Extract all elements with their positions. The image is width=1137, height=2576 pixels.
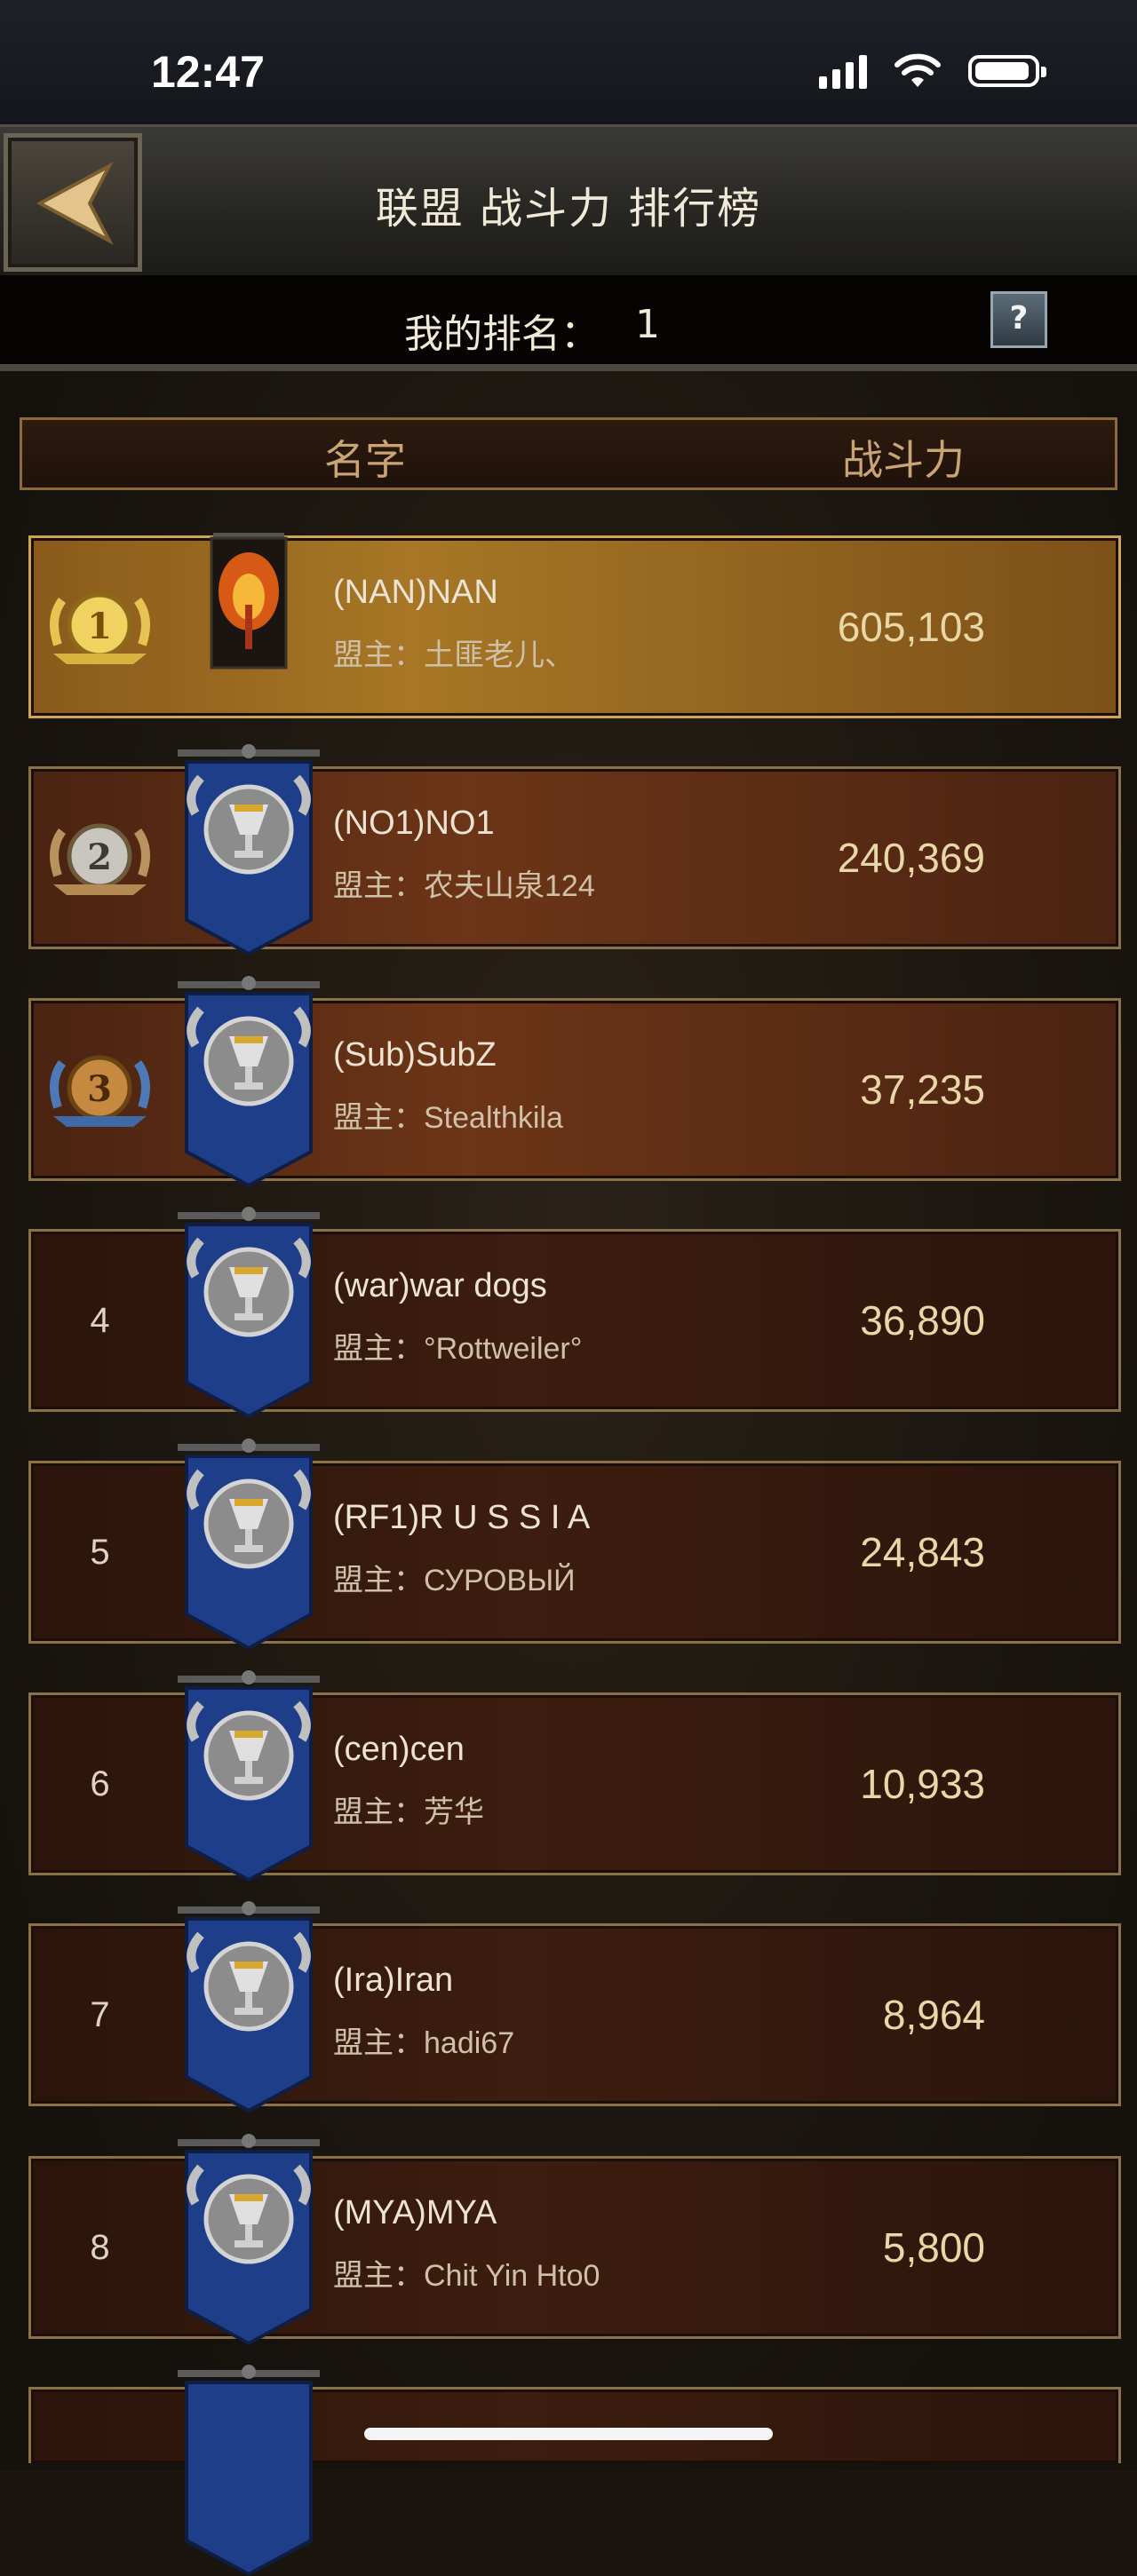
help-button[interactable]: ? <box>990 291 1047 348</box>
home-indicator[interactable] <box>364 2428 773 2440</box>
status-bar: 12:47 <box>0 0 1137 124</box>
leader-name: Chit Yin Hto0 <box>424 2259 600 2293</box>
leader-label: 盟主： <box>333 1332 424 1366</box>
alliance-flag-icon <box>178 1901 320 2112</box>
alliance-power: 10,933 <box>860 1761 985 1807</box>
silver-medal-icon: 2 <box>50 823 150 895</box>
alliance-power: 8,964 <box>882 1992 985 2038</box>
ranking-row[interactable]: 4 (war)war dogs 盟主：°Rottweiler° 36,890 <box>28 1207 1121 1418</box>
alliance-name: (NAN)NAN <box>333 574 498 611</box>
alliance-power: 5,800 <box>882 2224 985 2271</box>
leader-label: 盟主： <box>333 2026 424 2060</box>
alliance-leader: 盟主：芳华 <box>333 1787 484 1831</box>
ranking-row[interactable]: 2 (NO1)NO1 盟主：农夫山泉124 240,369 <box>28 744 1121 955</box>
ranking-row[interactable]: 1 (NAN)NAN 盟主：土匪老儿、 605,103 <box>28 533 1121 718</box>
ranking-row[interactable]: 7 (Ira)Iran 盟主：hadi67 8,964 <box>28 1901 1121 2112</box>
ranking-row[interactable]: 8 (MYA)MYA 盟主：Chit Yin Hto0 5,800 <box>28 2134 1121 2345</box>
alliance-leader: 盟主：Stealthkila <box>333 1093 563 1137</box>
rank-number: 6 <box>90 1764 110 1803</box>
my-rank-label: 我的排名： <box>404 312 600 357</box>
alliance-flag-icon <box>178 1207 320 1418</box>
rank-number: 7 <box>90 1994 110 2034</box>
leader-label: 盟主： <box>333 638 424 672</box>
leader-name: 芳华 <box>424 1795 484 1829</box>
alliance-power: 240,369 <box>837 835 985 881</box>
bronze-medal-icon: 3 <box>50 1055 150 1127</box>
alliance-name: (RF1)R U S S I A <box>333 1499 591 1536</box>
rank-number: 8 <box>90 2227 110 2267</box>
leader-label: 盟主： <box>333 1564 424 1597</box>
svg-text:1: 1 <box>87 606 112 647</box>
alliance-leader: 盟主：СУРОВЫЙ <box>333 1556 576 1599</box>
ranking-row[interactable]: 5 (RF1)R U S S I A 盟主：СУРОВЫЙ 24,843 <box>28 1439 1121 1650</box>
my-rank-value: 1 <box>635 302 660 347</box>
ranking-row[interactable]: 3 (Sub)SubZ 盟主：Stealthkila 37,235 <box>28 976 1121 1187</box>
alliance-power: 24,843 <box>860 1529 985 1575</box>
leader-name: 农夫山泉124 <box>424 869 595 903</box>
gold-medal-icon: 1 <box>50 592 150 664</box>
alliance-leader: 盟主：hadi67 <box>333 2018 514 2062</box>
alliance-leader: 盟主：土匪老儿、 <box>333 630 575 674</box>
alliance-leader: 盟主：°Rottweiler° <box>333 1324 582 1367</box>
alliance-name: (war)war dogs <box>333 1267 547 1304</box>
status-time: 12:47 <box>151 47 265 97</box>
leader-label: 盟主： <box>333 869 424 903</box>
rank-number: 5 <box>90 1532 110 1572</box>
ranking-row[interactable]: 6 (cen)cen 盟主：芳华 10,933 <box>28 1670 1121 1882</box>
page-title: 联盟 战斗力 排行榜 <box>375 184 762 234</box>
alliance-name: (cen)cen <box>333 1731 465 1768</box>
leader-name: °Rottweiler° <box>424 1332 583 1366</box>
leader-label: 盟主： <box>333 1101 424 1135</box>
leader-label: 盟主： <box>333 1795 424 1829</box>
column-name-header: 名字 <box>324 436 406 484</box>
alliance-flag-icon <box>178 2134 320 2345</box>
alliance-name: (Sub)SubZ <box>333 1036 497 1074</box>
alliance-power: 605,103 <box>837 604 985 650</box>
battery-icon <box>968 55 1046 87</box>
alliance-flag-icon <box>178 976 320 1187</box>
column-power-header: 战斗力 <box>842 436 965 484</box>
alliance-flag-icon <box>178 744 320 955</box>
leader-name: 土匪老儿、 <box>424 638 575 672</box>
alliance-name: (Ira)Iran <box>333 1962 454 1999</box>
alliance-flag-icon <box>178 1439 320 1650</box>
alliance-name: (MYA)MYA <box>333 2194 497 2231</box>
alliance-leader: 盟主：Chit Yin Hto0 <box>333 2251 600 2295</box>
leader-name: hadi67 <box>424 2026 515 2060</box>
alliance-leader: 盟主：农夫山泉124 <box>333 861 595 905</box>
alliance-name: (NO1)NO1 <box>333 805 495 842</box>
cellular-signal-icon <box>819 53 867 89</box>
alliance-power: 36,890 <box>860 1297 985 1343</box>
wifi-icon <box>894 53 941 87</box>
svg-text:2: 2 <box>87 836 112 878</box>
leader-name: Stealthkila <box>424 1101 563 1135</box>
leader-name: СУРОВЫЙ <box>424 1564 576 1597</box>
alliance-flag-icon <box>178 2365 320 2576</box>
status-icons <box>819 53 1046 89</box>
alliance-flag-icon <box>178 1670 320 1882</box>
alliance-power: 37,235 <box>860 1066 985 1113</box>
ranking-row-partial[interactable] <box>28 2365 1121 2576</box>
svg-text:3: 3 <box>87 1068 112 1110</box>
rank-number: 4 <box>90 1300 110 1340</box>
leader-label: 盟主： <box>333 2259 424 2293</box>
alliance-flag-icon <box>210 533 288 670</box>
